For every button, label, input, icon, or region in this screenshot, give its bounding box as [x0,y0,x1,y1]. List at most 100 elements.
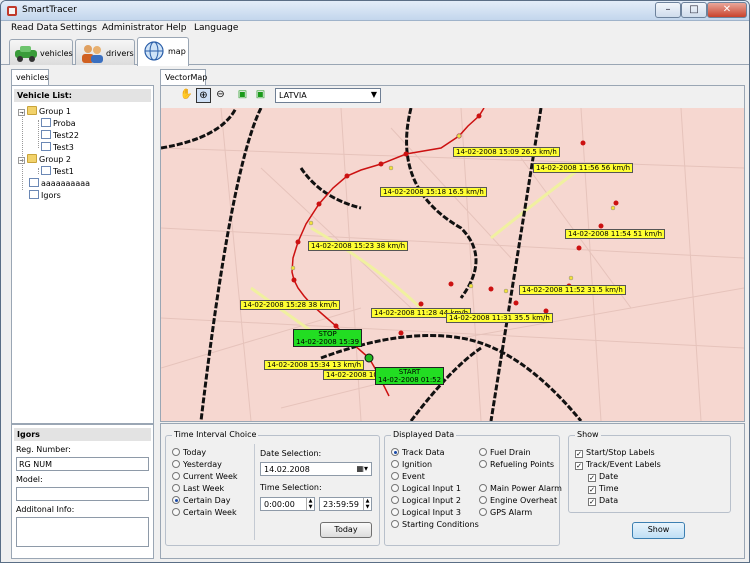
close-button[interactable]: ✕ [707,2,747,18]
radio-yesterday[interactable]: Yesterday [172,460,222,469]
reg-number-field[interactable]: RG NUM [16,457,149,471]
radio-refueling-points[interactable]: Refueling Points [479,460,554,469]
menu-bar: Read Data Settings Administrator Help La… [1,21,749,36]
vehicle-doc-icon [41,142,51,151]
maximize-button[interactable]: □ [681,2,707,18]
tab-map[interactable]: map [137,37,189,66]
radio-ignition[interactable]: Ignition [391,460,432,469]
radio-starting-conditions[interactable]: Starting Conditions [391,520,479,529]
time-selection-label: Time Selection: [260,483,322,492]
time-from-field[interactable]: 0:00:00 ▲ ▼ [260,497,315,511]
check-start-stop-labels[interactable]: ✓ Start/Stop Labels [575,448,655,458]
globe-icon [144,41,164,61]
time-interval-title: Time Interval Choice [172,430,259,439]
radio-gps-alarm[interactable]: GPS Alarm [479,508,532,517]
tab-vectormap[interactable]: VectorMap [160,69,207,85]
track-label[interactable]: 14-02-2008 15:23 38 km/h [308,241,409,251]
menu-help[interactable]: Help [166,23,187,33]
show-title: Show [575,430,601,439]
layer-back-icon[interactable]: ▣ [235,88,250,103]
tree-item-test3[interactable]: Test3 [41,142,74,153]
vehicle-doc-icon [29,190,39,199]
tree-item-test22[interactable]: Test22 [41,130,79,141]
layer-refresh-icon[interactable]: ▣ [253,88,268,103]
show-group: Show ✓ Start/Stop Labels ✓ Track/Event Lab… [568,430,731,513]
controls-panel: Time Interval Choice Today Yesterday Cur… [160,423,745,559]
radio-logical-input-3[interactable]: Logical Input 3 [391,508,461,517]
tab-drivers-label: drivers [106,49,134,58]
menu-read-data[interactable]: Read Data [11,23,58,33]
today-button[interactable]: Today [320,522,372,538]
displayed-data-group: Displayed Data Track Data Ignition Event… [384,430,562,546]
time-to-field[interactable]: 23:59:59 ▲ ▼ [319,497,372,511]
radio-logical-input-2[interactable]: Logical Input 2 [391,496,461,505]
vehicle-doc-icon [29,178,39,187]
track-label[interactable]: 14-02-2008 11:56 56 km/h [533,163,634,173]
tree-item-test1[interactable]: Test1 [41,166,74,177]
calendar-icon: ▦▾ [356,464,368,473]
track-label[interactable]: 14-02-2008 15:34 13 km/h [264,360,365,370]
tab-vehicles[interactable]: vehicles [9,39,73,65]
stop-marker[interactable]: STOP 14-02-2008 15:39 [293,329,363,347]
track-label[interactable]: 14-02-2008 11:31 35.5 km/h [446,313,553,323]
displayed-data-title: Displayed Data [391,430,457,439]
menu-language[interactable]: Language [194,23,238,33]
check-time[interactable]: ✓ Time [588,484,619,494]
radio-event[interactable]: Event [391,472,425,481]
radio-logical-input-1[interactable]: Logical Input 1 [391,484,461,493]
check-data[interactable]: ✓ Data [588,496,618,506]
time-interval-group: Time Interval Choice Today Yesterday Cur… [165,430,380,546]
additional-info-field[interactable] [16,517,149,547]
tree-item-aaaaaaaaaa[interactable]: aaaaaaaaaa [29,178,90,189]
track-label[interactable]: 14-02-2008 11:54 51 km/h [565,229,666,239]
zoom-in-icon[interactable]: ⊕ [196,88,211,103]
tree-item-igors[interactable]: Igors [29,190,61,201]
spinner-icon[interactable]: ▲ ▼ [306,498,314,510]
region-select[interactable]: LATVIA ▼ [275,88,381,103]
menu-administrator[interactable]: Administrator [102,23,163,33]
date-picker[interactable]: 14.02.2008 ▦▾ [260,462,372,476]
start-marker[interactable]: START 14-02-2008 01:52 [375,367,445,385]
track-label[interactable]: 14-02-2008 15:28 38 km/h [240,300,341,310]
track-label[interactable]: 14-02-2008 10 [323,370,381,380]
show-button[interactable]: Show [632,522,685,539]
radio-last-week[interactable]: Last Week [172,484,224,493]
model-field[interactable] [16,487,149,501]
title-bar[interactable]: SmartTracer – □ ✕ [1,1,749,21]
map-canvas[interactable]: 14-02-2008 15:09 26.5 km/h 14-02-2008 11… [161,108,744,421]
tab-drivers[interactable]: drivers [75,39,135,65]
tab-vehicles-label: vehicles [40,49,73,58]
reg-number-label: Reg. Number: [16,445,71,454]
track-label[interactable]: 14-02-2008 15:18 16.5 km/h [380,187,487,197]
radio-certain-week[interactable]: Certain Week [172,508,237,517]
radio-fuel-drain[interactable]: Fuel Drain [479,448,531,457]
check-track-event-labels[interactable]: ✓ Track/Event Labels [575,460,661,470]
additional-info-label: Additonal Info: [16,505,75,514]
check-date[interactable]: ✓ Date [588,472,618,482]
radio-track-data[interactable]: Track Data [391,448,445,457]
pan-hand-icon[interactable]: ✋ [179,88,194,103]
tree-item-proba[interactable]: Proba [41,118,76,129]
radio-today[interactable]: Today [172,448,206,457]
spinner-icon[interactable]: ▲ ▼ [363,498,371,510]
zoom-out-icon[interactable]: ⊖ [213,88,228,103]
folder-icon [27,106,37,115]
tree-group-1[interactable]: − Group 1 [18,106,71,117]
tab-vehicles-list[interactable]: vehicles [11,69,49,85]
track-label[interactable]: 14-02-2008 15:09 26.5 km/h [453,147,560,157]
map-toolbar: ✋ ⊕ ⊖ ▣ ▣ LATVIA ▼ [161,86,744,107]
track-label[interactable]: 14-02-2008 11:52 31.5 km/h [519,285,626,295]
start-time: 14-02-2008 01:52 [378,376,442,384]
radio-current-week[interactable]: Current Week [172,472,238,481]
minimize-button[interactable]: – [655,2,681,18]
map-panel: ✋ ⊕ ⊖ ▣ ▣ LATVIA ▼ 14-02-2008 15:09 26.5… [160,85,745,422]
radio-engine-overheat[interactable]: Engine Overheat [479,496,557,505]
menu-settings[interactable]: Settings [60,23,97,33]
app-icon [7,6,17,16]
radio-main-power-alarm[interactable]: Main Power Alarm [479,484,562,493]
car-icon [15,46,37,62]
tree-group-2[interactable]: − Group 2 [18,154,71,165]
radio-certain-day[interactable]: Certain Day [172,496,230,505]
start-title: START [398,368,421,376]
people-icon [82,45,103,63]
